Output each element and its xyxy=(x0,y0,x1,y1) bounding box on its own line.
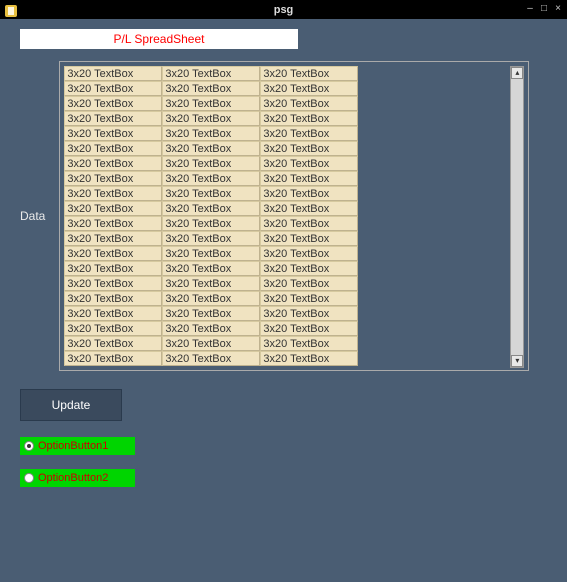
grid-cell[interactable]: 3x20 TextBox xyxy=(162,246,260,261)
grid-cell[interactable]: 3x20 TextBox xyxy=(260,126,358,141)
grid-cell[interactable]: 3x20 TextBox xyxy=(162,171,260,186)
grid-cell[interactable]: 3x20 TextBox xyxy=(64,171,162,186)
grid-cell[interactable]: 3x20 TextBox xyxy=(260,66,358,81)
grid-cell[interactable]: 3x20 TextBox xyxy=(64,306,162,321)
grid-cell[interactable]: 3x20 TextBox xyxy=(260,201,358,216)
client-area: P/L SpreadSheet Data 3x20 TextBox3x20 Te… xyxy=(0,19,567,579)
radio-label: OptionButton1 xyxy=(38,440,108,452)
data-area: Data 3x20 TextBox3x20 TextBox3x20 TextBo… xyxy=(20,61,567,371)
grid-cell[interactable]: 3x20 TextBox xyxy=(162,66,260,81)
grid-cell[interactable]: 3x20 TextBox xyxy=(162,321,260,336)
radio-icon[interactable] xyxy=(24,441,34,451)
grid-cell[interactable]: 3x20 TextBox xyxy=(162,231,260,246)
grid-cell[interactable]: 3x20 TextBox xyxy=(64,291,162,306)
grid-cell[interactable]: 3x20 TextBox xyxy=(162,141,260,156)
grid-cell[interactable]: 3x20 TextBox xyxy=(162,351,260,366)
grid-cell[interactable]: 3x20 TextBox xyxy=(64,216,162,231)
grid-cell[interactable]: 3x20 TextBox xyxy=(260,111,358,126)
spreadsheet-frame: 3x20 TextBox3x20 TextBox3x20 TextBox3x20… xyxy=(59,61,529,371)
grid-cell[interactable]: 3x20 TextBox xyxy=(260,216,358,231)
grid-cell[interactable]: 3x20 TextBox xyxy=(64,66,162,81)
grid-cell[interactable]: 3x20 TextBox xyxy=(64,261,162,276)
grid-cell[interactable]: 3x20 TextBox xyxy=(162,201,260,216)
maximize-button[interactable]: □ xyxy=(539,4,549,14)
grid-cell[interactable]: 3x20 TextBox xyxy=(260,171,358,186)
grid-cell[interactable]: 3x20 TextBox xyxy=(260,276,358,291)
close-button[interactable]: × xyxy=(553,4,563,14)
grid-cell[interactable]: 3x20 TextBox xyxy=(64,81,162,96)
grid-cell[interactable]: 3x20 TextBox xyxy=(260,261,358,276)
window-title: psg xyxy=(0,4,567,16)
grid-cell[interactable]: 3x20 TextBox xyxy=(260,321,358,336)
grid-filler xyxy=(358,66,510,366)
grid-cell[interactable]: 3x20 TextBox xyxy=(162,186,260,201)
grid-cell[interactable]: 3x20 TextBox xyxy=(162,216,260,231)
scroll-up-arrow-icon[interactable]: ▴ xyxy=(511,67,523,79)
grid-cell[interactable]: 3x20 TextBox xyxy=(162,276,260,291)
grid-cell[interactable]: 3x20 TextBox xyxy=(64,231,162,246)
radio-option-2[interactable]: OptionButton2 xyxy=(20,469,135,487)
grid-cell[interactable]: 3x20 TextBox xyxy=(64,246,162,261)
radio-option-1[interactable]: OptionButton1 xyxy=(20,437,135,455)
grid-cell[interactable]: 3x20 TextBox xyxy=(64,96,162,111)
grid-cell[interactable]: 3x20 TextBox xyxy=(64,321,162,336)
radio-label: OptionButton2 xyxy=(38,472,108,484)
grid-cell[interactable]: 3x20 TextBox xyxy=(162,291,260,306)
grid-cell[interactable]: 3x20 TextBox xyxy=(162,336,260,351)
grid-cell[interactable]: 3x20 TextBox xyxy=(64,351,162,366)
grid-cell[interactable]: 3x20 TextBox xyxy=(260,81,358,96)
grid-cell[interactable]: 3x20 TextBox xyxy=(260,351,358,366)
grid-cell[interactable]: 3x20 TextBox xyxy=(260,231,358,246)
window-titlebar: psg – □ × xyxy=(0,0,567,19)
grid-cell[interactable]: 3x20 TextBox xyxy=(64,111,162,126)
update-button[interactable]: Update xyxy=(20,389,122,421)
scroll-down-arrow-icon[interactable]: ▾ xyxy=(511,355,523,367)
vertical-scrollbar[interactable]: ▴ ▾ xyxy=(510,66,524,368)
grid-cell[interactable]: 3x20 TextBox xyxy=(162,306,260,321)
grid-cell[interactable]: 3x20 TextBox xyxy=(162,96,260,111)
header-label-field[interactable]: P/L SpreadSheet xyxy=(20,29,298,49)
grid-cell[interactable]: 3x20 TextBox xyxy=(260,186,358,201)
grid-cell[interactable]: 3x20 TextBox xyxy=(260,246,358,261)
grid-cell[interactable]: 3x20 TextBox xyxy=(64,141,162,156)
radio-icon[interactable] xyxy=(24,473,34,483)
grid-cell[interactable]: 3x20 TextBox xyxy=(260,291,358,306)
grid-cell[interactable]: 3x20 TextBox xyxy=(64,126,162,141)
grid-cell[interactable]: 3x20 TextBox xyxy=(260,141,358,156)
minimize-button[interactable]: – xyxy=(525,4,535,14)
grid-cell[interactable]: 3x20 TextBox xyxy=(162,81,260,96)
grid-cell[interactable]: 3x20 TextBox xyxy=(260,96,358,111)
spreadsheet-grid: 3x20 TextBox3x20 TextBox3x20 TextBox3x20… xyxy=(64,66,358,368)
data-label: Data xyxy=(20,209,45,223)
grid-cell[interactable]: 3x20 TextBox xyxy=(64,276,162,291)
grid-cell[interactable]: 3x20 TextBox xyxy=(260,306,358,321)
app-icon xyxy=(3,3,19,19)
grid-cell[interactable]: 3x20 TextBox xyxy=(260,156,358,171)
window-controls: – □ × xyxy=(525,4,563,14)
grid-cell[interactable]: 3x20 TextBox xyxy=(162,126,260,141)
grid-cell[interactable]: 3x20 TextBox xyxy=(64,186,162,201)
grid-cell[interactable]: 3x20 TextBox xyxy=(260,336,358,351)
grid-cell[interactable]: 3x20 TextBox xyxy=(64,201,162,216)
grid-cell[interactable]: 3x20 TextBox xyxy=(162,156,260,171)
grid-cell[interactable]: 3x20 TextBox xyxy=(64,336,162,351)
grid-cell[interactable]: 3x20 TextBox xyxy=(162,111,260,126)
grid-cell[interactable]: 3x20 TextBox xyxy=(64,156,162,171)
grid-cell[interactable]: 3x20 TextBox xyxy=(162,261,260,276)
